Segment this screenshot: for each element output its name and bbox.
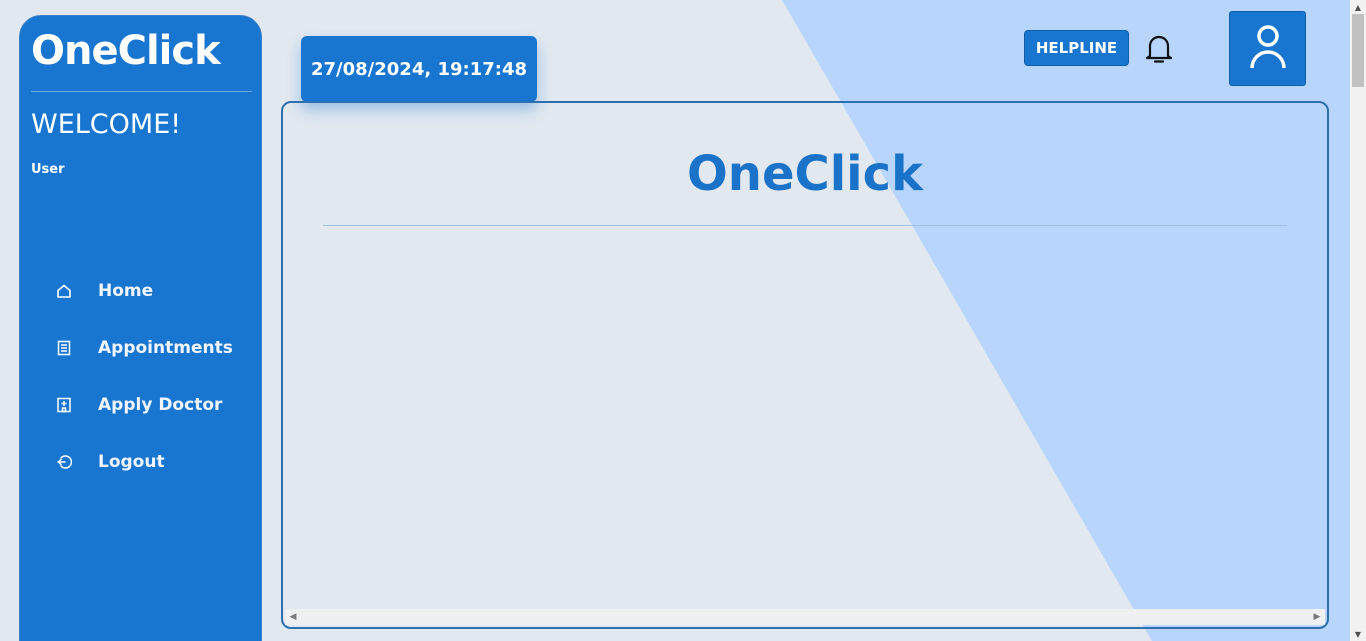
sidebar-item-appointments[interactable]: Appointments — [20, 328, 261, 368]
vertical-scrollbar[interactable]: ▲ ▼ — [1350, 0, 1366, 641]
hospital-icon — [55, 396, 73, 414]
profile-button[interactable] — [1229, 11, 1306, 86]
scroll-right-icon[interactable]: ▶ — [1309, 609, 1325, 625]
bell-icon[interactable] — [1143, 31, 1175, 65]
sidebar-item-apply-doctor[interactable]: Apply Doctor — [20, 385, 261, 425]
title-divider — [323, 225, 1287, 226]
sidebar-item-label: Home — [98, 281, 154, 301]
sidebar-item-label: Appointments — [98, 338, 233, 358]
user-icon — [1248, 24, 1288, 74]
brand-divider — [31, 91, 252, 92]
sidebar-item-logout[interactable]: Logout — [20, 442, 261, 482]
main-panel: OneClick ◀ ▶ — [281, 101, 1329, 629]
sidebar-item-label: Logout — [98, 452, 165, 472]
scrollbar-thumb[interactable] — [1352, 14, 1364, 87]
username-label: User — [31, 162, 65, 177]
sidebar-item-label: Apply Doctor — [98, 395, 223, 415]
list-icon — [55, 339, 73, 357]
datetime-display: 27/08/2024, 19:17:48 — [301, 36, 537, 102]
scroll-up-icon[interactable]: ▲ — [1350, 0, 1366, 14]
home-icon — [55, 282, 73, 300]
scroll-down-icon[interactable]: ▼ — [1350, 627, 1366, 641]
helpline-button[interactable]: HELPLINE — [1024, 30, 1129, 66]
scroll-left-icon[interactable]: ◀ — [285, 609, 301, 625]
page-title: OneClick — [686, 146, 924, 202]
sidebar: OneClick WELCOME! User Home Appointments — [19, 15, 262, 641]
welcome-heading: WELCOME! — [31, 109, 182, 140]
horizontal-scrollbar[interactable]: ◀ ▶ — [285, 609, 1325, 625]
brand-logo: OneClick — [31, 28, 221, 74]
logout-icon — [55, 453, 73, 471]
sidebar-item-home[interactable]: Home — [20, 271, 261, 311]
